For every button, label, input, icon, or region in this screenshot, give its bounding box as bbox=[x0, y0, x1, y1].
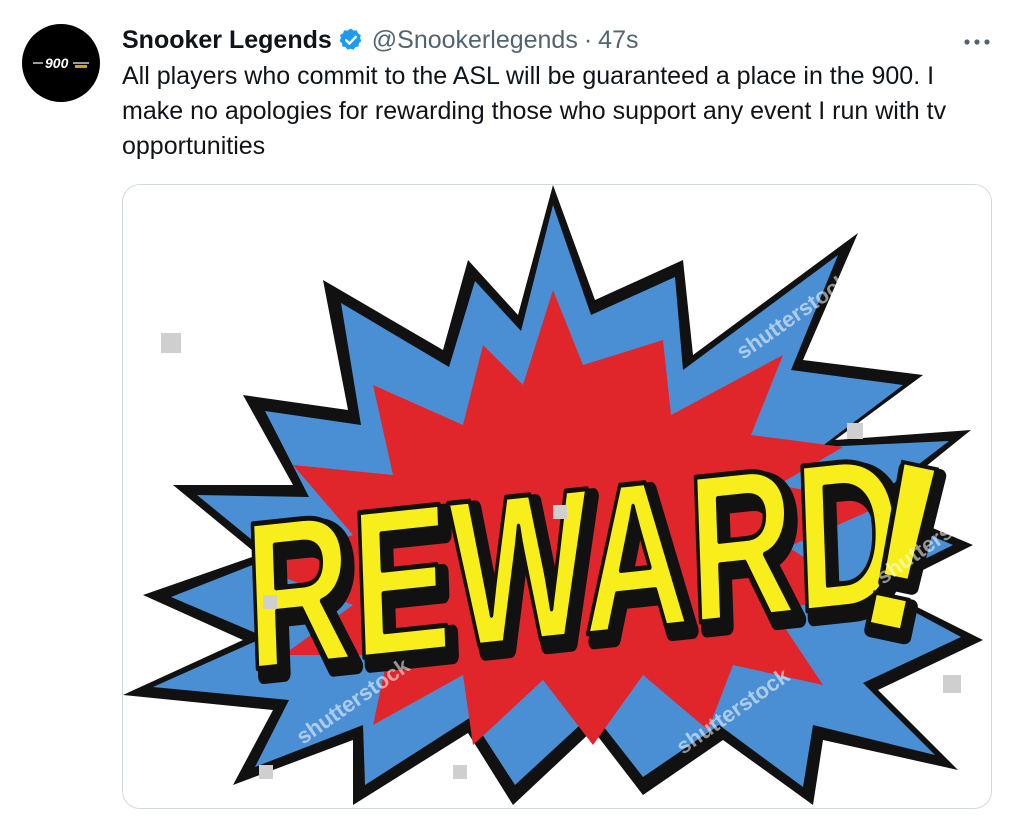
timestamp[interactable]: 47s bbox=[598, 26, 638, 55]
logo-900-icon: 900 bbox=[33, 55, 89, 71]
avatar-text: 900 bbox=[45, 55, 69, 71]
display-name[interactable]: Snooker Legends bbox=[122, 26, 332, 55]
reward-comic-burst-image: REWARD REWARD ! ! shutterstock shutterst… bbox=[123, 185, 991, 808]
handle[interactable]: @Snookerlegends bbox=[372, 26, 578, 55]
avatar[interactable]: 900 bbox=[22, 24, 100, 102]
tweet-header: Snooker Legends @Snookerlegends · 47s bbox=[122, 22, 638, 58]
tweet-text: All players who commit to the ASL will b… bbox=[122, 62, 947, 160]
verified-badge-icon[interactable] bbox=[338, 27, 364, 53]
tweet-media-image[interactable]: REWARD REWARD ! ! shutterstock shutterst… bbox=[122, 184, 992, 809]
more-horizontal-icon bbox=[964, 39, 990, 45]
more-options-button[interactable] bbox=[955, 28, 999, 56]
separator-dot: · bbox=[583, 25, 593, 54]
